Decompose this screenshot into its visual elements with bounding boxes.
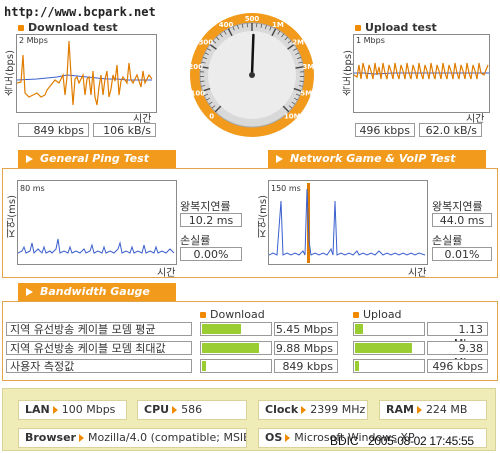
gauge-tick-label: 3M	[302, 63, 314, 71]
bandwidth-download-bar	[200, 341, 272, 355]
bandwidth-upload-bar	[353, 359, 425, 373]
bandwidth-download-header: Download	[200, 308, 265, 321]
play-icon	[26, 288, 33, 296]
bandwidth-download-bar	[200, 322, 272, 336]
system-browser: BrowserMozilla/4.0 (compatible; MSIE 6.0	[18, 428, 247, 448]
game-rtt-label: 왕복지연률	[432, 200, 483, 213]
system-cpu: CPU 586	[137, 400, 247, 420]
bandwidth-download-bar	[200, 359, 272, 373]
bullet-icon	[200, 312, 206, 318]
bandwidth-row-label: 지역 유선방송 케이블 모뎀 평균	[6, 322, 192, 336]
arrow-icon	[78, 434, 84, 442]
ping-loss-value: 0.00%	[180, 247, 242, 261]
system-clock: Clock 2399 MHz	[258, 400, 368, 420]
ping-graph: 80 ms	[17, 180, 177, 265]
bandwidth-upload-header: Upload	[353, 308, 402, 321]
bandwidth-download-value: 5.45 Mbps	[274, 322, 338, 336]
arrow-icon	[301, 406, 307, 414]
speed-gauge: 0 100 200 300 400 500 1M 2M 3M 5M 10M	[188, 13, 314, 137]
bandwidth-download-value: 9.88 Mbps	[274, 341, 338, 355]
gauge-needle	[250, 33, 255, 77]
gauge-tick-label: 100	[190, 90, 205, 98]
bandwidth-upload-value: 9.38 Mbps	[427, 341, 488, 369]
system-ram: RAM 224 MB	[379, 400, 487, 420]
timestamp: 2005-08-02 17:45:55	[368, 434, 474, 448]
upload-kbps-value: 496 kbps	[355, 123, 415, 137]
bandwidth-upload-bar	[353, 322, 425, 336]
bandwidth-row-label: 지역 유선방송 케이블 모뎀 최대값	[6, 341, 192, 355]
ping-loss-label: 손실률	[180, 234, 211, 247]
upload-speed-line	[354, 62, 489, 80]
game-loss-label: 손실률	[432, 234, 463, 247]
bandwidth-upload-bar	[353, 341, 425, 355]
game-plot	[269, 183, 426, 263]
gauge-tick-label: 0	[209, 112, 214, 120]
ping-latency-line	[18, 238, 175, 255]
play-icon	[26, 155, 33, 163]
download-speed-line	[17, 40, 153, 106]
ping-rtt-label: 왕복지연률	[180, 200, 231, 213]
game-graph: 150 ms	[268, 180, 428, 265]
gauge-tick-label: 500	[245, 15, 260, 23]
arrow-icon	[52, 406, 58, 414]
system-lan: LAN 100 Mbps	[18, 400, 127, 420]
ping-rtt-value: 10.2 ms	[180, 213, 242, 227]
bandwidth-upload-value: 496 kbps	[427, 359, 488, 373]
gauge-hub	[249, 72, 255, 78]
gauge-tick	[299, 80, 304, 82]
gauge-tick-label: 300	[199, 38, 214, 46]
bandwidth-download-bar-fill	[202, 324, 241, 334]
arrow-icon	[285, 434, 291, 442]
gauge-tick	[200, 80, 205, 82]
signature: BDIC	[330, 434, 359, 448]
game-rtt-value: 44.0 ms	[432, 213, 492, 227]
tab-general-ping-test[interactable]: General Ping Test	[18, 150, 176, 168]
bandwidth-upload-bar-fill	[355, 361, 359, 371]
bandwidth-upload-bar-fill	[355, 324, 363, 334]
speed-test-window: http://www.bcpark.net Download test 속도(b…	[0, 0, 500, 453]
bandwidth-download-value: 849 kbps	[274, 359, 338, 373]
game-loss-value: 0.01%	[432, 247, 492, 261]
tab-network-game-voip-test[interactable]: Network Game & VoIP Test	[268, 150, 486, 168]
gauge-tick-label: 1M	[272, 21, 284, 29]
bandwidth-upload-bar-fill	[355, 343, 412, 353]
arrow-icon	[416, 406, 422, 414]
gauge-tick-label: 200	[188, 63, 203, 71]
bullet-icon	[353, 312, 359, 318]
download-kbps-value: 849 kbps	[18, 123, 89, 137]
bandwidth-row-label: 사용자 측정값	[6, 359, 192, 373]
download-plot	[17, 40, 153, 106]
download-average-line	[17, 74, 152, 81]
ping-x-axis-label: 시간	[157, 268, 176, 279]
tab-bandwidth-gauge[interactable]: Bandwidth Gauge	[18, 283, 176, 301]
download-kBs-value: 106 kB/s	[93, 123, 156, 137]
upload-kBs-value: 62.0 kB/s	[419, 123, 482, 137]
gauge-tick-label: 400	[219, 21, 234, 29]
game-x-axis-label: 시간	[408, 268, 427, 279]
bandwidth-download-bar-fill	[202, 343, 259, 353]
watermark: http://www.bcpark.net	[4, 5, 156, 19]
bandwidth-download-bar-fill	[202, 361, 206, 371]
upload-title: Upload test	[355, 21, 437, 34]
arrow-icon	[172, 406, 178, 414]
bullet-icon	[355, 25, 361, 31]
bullet-icon	[18, 25, 24, 31]
gauge-tick-label: 2M	[292, 38, 304, 46]
gauge-tick-label: 5M	[300, 90, 312, 98]
upload-graph: 1 Mbps	[353, 34, 490, 113]
bandwidth-upload-value: 1.13 Mbps	[427, 322, 488, 350]
upload-plot	[354, 62, 489, 80]
gauge-tick-label: 10M	[284, 112, 301, 120]
ping-plot	[18, 238, 175, 255]
play-icon	[276, 155, 283, 163]
download-title: Download test	[18, 21, 118, 34]
game-latency-line	[269, 188, 426, 256]
download-graph: 2 Mbps	[16, 34, 157, 113]
